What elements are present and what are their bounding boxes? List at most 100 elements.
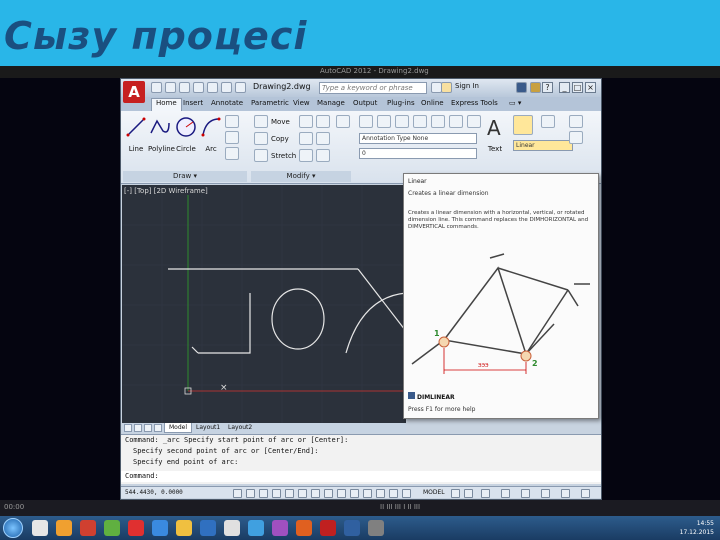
lock-icon[interactable]: [521, 489, 530, 498]
sc-toggle[interactable]: [389, 489, 398, 498]
rectangle-tool[interactable]: [225, 115, 239, 128]
next-layout-button[interactable]: [144, 424, 152, 432]
draw-panel-title[interactable]: Draw ▾: [123, 171, 247, 182]
save-as-button[interactable]: [193, 82, 204, 93]
exchange-icon[interactable]: [516, 82, 527, 93]
open-file-button[interactable]: [165, 82, 176, 93]
clean-screen-icon[interactable]: [581, 489, 590, 498]
tab-model[interactable]: Model: [164, 423, 193, 433]
firefox-icon[interactable]: [176, 520, 192, 536]
copy-tool[interactable]: Copy: [271, 135, 289, 143]
layer-state-tool[interactable]: [377, 115, 391, 128]
layer-iso-tool[interactable]: [431, 115, 445, 128]
linear-dimension-dropdown[interactable]: Linear: [513, 140, 573, 151]
markup-tool[interactable]: [569, 131, 583, 144]
tab-home[interactable]: Home: [151, 98, 182, 111]
quick-view-layouts[interactable]: [451, 489, 460, 498]
am-toggle[interactable]: [402, 489, 411, 498]
stretch-icon[interactable]: [254, 149, 268, 162]
explorer-icon[interactable]: [32, 520, 48, 536]
chrome-icon[interactable]: [152, 520, 168, 536]
search-input[interactable]: Type a keyword or phrase: [319, 82, 427, 94]
layer-off-tool[interactable]: [413, 115, 427, 128]
tab-layout1[interactable]: Layout1: [192, 423, 224, 433]
last-layout-button[interactable]: [154, 424, 162, 432]
system-clock[interactable]: 14:55 17.12.2015: [680, 519, 714, 537]
dyn-toggle[interactable]: [337, 489, 346, 498]
copy-icon[interactable]: [254, 132, 268, 145]
modify-panel-title[interactable]: Modify ▾: [251, 171, 351, 182]
start-button[interactable]: [3, 518, 23, 538]
tab-parametric[interactable]: Parametric: [251, 99, 289, 107]
table-tool[interactable]: [541, 115, 555, 128]
clock-app-icon[interactable]: [224, 520, 240, 536]
tab-output[interactable]: Output: [353, 99, 377, 107]
tab-plugins[interactable]: Plug-ins: [387, 99, 415, 107]
ellipse-tool[interactable]: [225, 131, 239, 144]
trim-tool[interactable]: [316, 115, 330, 128]
first-layout-button[interactable]: [124, 424, 132, 432]
workspace-switch-icon[interactable]: [501, 489, 510, 498]
3dosnap-toggle[interactable]: [298, 489, 307, 498]
qp-toggle[interactable]: [376, 489, 385, 498]
snap-toggle[interactable]: [233, 489, 242, 498]
stretch-tool[interactable]: Stretch: [271, 152, 296, 160]
player-icon[interactable]: [272, 520, 288, 536]
tpy-toggle[interactable]: [363, 489, 372, 498]
rotate-tool[interactable]: [299, 115, 313, 128]
help-button[interactable]: ?: [542, 82, 553, 93]
app-taskbar-icon[interactable]: [344, 520, 360, 536]
lwt-toggle[interactable]: [350, 489, 359, 498]
layer-combo[interactable]: 0: [359, 148, 477, 159]
hatch-tool[interactable]: [225, 147, 239, 160]
grid-toggle[interactable]: [246, 489, 255, 498]
application-menu-button[interactable]: A: [123, 81, 145, 103]
tab-annotate[interactable]: Annotate: [211, 99, 243, 107]
new-file-button[interactable]: [151, 82, 162, 93]
annotation-type-combo[interactable]: Annotation Type None: [359, 133, 477, 144]
prev-layout-button[interactable]: [134, 424, 142, 432]
star-icon[interactable]: [530, 82, 541, 93]
command-input[interactable]: Command:: [121, 471, 601, 482]
word-icon[interactable]: [200, 520, 216, 536]
scale-tool[interactable]: [299, 149, 313, 162]
opera-icon[interactable]: [80, 520, 96, 536]
drawing-viewport[interactable]: [-] [Top] [2D Wireframe] ×: [122, 185, 406, 423]
ortho-toggle[interactable]: [259, 489, 268, 498]
app-taskbar-icon[interactable]: [368, 520, 384, 536]
polar-toggle[interactable]: [272, 489, 281, 498]
tab-view[interactable]: View: [293, 99, 310, 107]
save-button[interactable]: [179, 82, 190, 93]
line-tool[interactable]: Line: [124, 115, 148, 153]
model-space-toggle[interactable]: MODEL: [423, 489, 445, 496]
isolate-objects-icon[interactable]: [561, 489, 570, 498]
layer-freeze-tool[interactable]: [449, 115, 463, 128]
folder-icon[interactable]: [56, 520, 72, 536]
ducs-toggle[interactable]: [324, 489, 333, 498]
layer-match-tool[interactable]: [395, 115, 409, 128]
media-icon[interactable]: [104, 520, 120, 536]
erase-tool[interactable]: [336, 115, 350, 128]
skype-icon[interactable]: [248, 520, 264, 536]
tab-express-tools[interactable]: Express Tools: [451, 99, 498, 107]
tab-insert[interactable]: Insert: [183, 99, 203, 107]
tab-online[interactable]: Online: [421, 99, 444, 107]
hardware-acceleration-icon[interactable]: [541, 489, 550, 498]
minimize-button[interactable]: _: [559, 82, 570, 93]
layer-lock-tool[interactable]: [467, 115, 481, 128]
move-tool[interactable]: Move: [271, 118, 290, 126]
otrack-toggle[interactable]: [311, 489, 320, 498]
utorrent-icon[interactable]: [296, 520, 312, 536]
array-tool[interactable]: [316, 149, 330, 162]
redo-button[interactable]: [235, 82, 246, 93]
fillet-tool[interactable]: [316, 132, 330, 145]
circle-tool[interactable]: Circle: [174, 115, 198, 153]
autocad-taskbar-icon[interactable]: [320, 520, 336, 536]
viewport-controls[interactable]: [-] [Top] [2D Wireframe]: [124, 187, 208, 195]
mirror-tool[interactable]: [299, 132, 313, 145]
leader-tool[interactable]: [569, 115, 583, 128]
polyline-tool[interactable]: Polyline: [148, 115, 175, 153]
yandex-icon[interactable]: [128, 520, 144, 536]
tab-manage[interactable]: Manage: [317, 99, 345, 107]
close-button[interactable]: ×: [585, 82, 596, 93]
